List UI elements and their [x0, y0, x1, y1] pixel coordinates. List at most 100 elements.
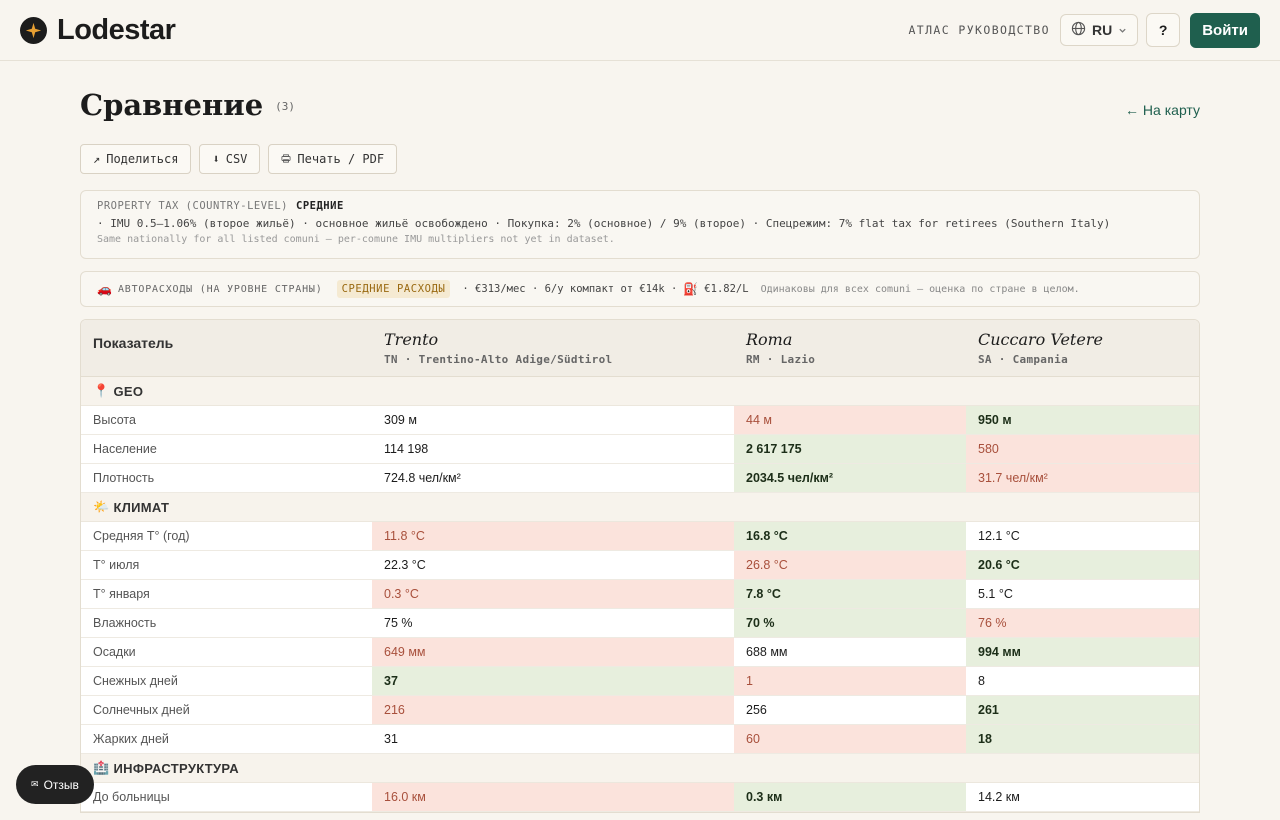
comparison-table: Показатель Trento TN · Trentino-Alto Adi… — [80, 319, 1200, 813]
metric-value: 60 — [734, 725, 966, 753]
download-icon: ⬇ — [212, 152, 220, 166]
car-details: · €313/мес · 6/у компакт от €14k · — [462, 283, 678, 295]
metric-label: Солнечных дней — [93, 703, 190, 717]
metric-value: 261 — [966, 696, 1199, 724]
metric-value: 649 мм — [372, 638, 734, 666]
metric-value: 950 м — [966, 406, 1199, 434]
metric-value: 37 — [372, 667, 734, 695]
metric-label: Снежных дней — [93, 674, 178, 688]
feedback-button[interactable]: ✉ Отзыв — [16, 765, 94, 804]
metric-value: 70 % — [734, 609, 966, 637]
metric-value: 11.8 °C — [372, 522, 734, 550]
metric-value: 16.0 км — [372, 783, 734, 811]
metric-label: Влажность — [93, 616, 157, 630]
metric-value: 12.1 °C — [978, 529, 1020, 543]
csv-button[interactable]: ⬇ CSV — [199, 144, 261, 174]
table-row: T° января 0.3 °C 7.8 °C 5.1 °C — [81, 580, 1199, 609]
action-bar: ↗ Поделиться ⬇ CSV Печать / PDF — [80, 144, 1200, 174]
table-row: Осадки 649 мм 688 мм 994 мм — [81, 638, 1199, 667]
mail-icon: ✉ — [31, 779, 39, 789]
csv-label: CSV — [225, 152, 248, 166]
feedback-label: Отзыв — [43, 777, 79, 792]
metric-value: 2 617 175 — [734, 435, 966, 463]
car-icon: 🚗 — [97, 282, 112, 296]
metric-value: 8 — [978, 674, 985, 688]
metric-value: 0.3 °C — [372, 580, 734, 608]
table-row: До больницы 16.0 км 0.3 км 14.2 км — [81, 783, 1199, 812]
metric-value: 75 % — [384, 616, 413, 630]
print-label: Печать / PDF — [297, 152, 385, 166]
fuel-pump-icon: ⛽ — [683, 282, 699, 296]
metric-label: Осадки — [93, 645, 136, 659]
metric-value: 994 мм — [966, 638, 1199, 666]
table-row: Жарких дней 31 60 18 — [81, 725, 1199, 754]
section-header: 🌤️ КЛИМАТ — [81, 493, 1199, 522]
metric-value: 26.8 °C — [734, 551, 966, 579]
table-row: Средняя T° (год) 11.8 °C 16.8 °C 12.1 °C — [81, 522, 1199, 551]
share-arrow-icon: ↗ — [93, 152, 101, 166]
compare-count: (3) — [275, 100, 296, 113]
metric-label: T° января — [93, 587, 150, 601]
share-button[interactable]: ↗ Поделиться — [80, 144, 192, 174]
section-icon: 🏥 — [93, 760, 110, 775]
language-selector[interactable]: RU — [1059, 14, 1139, 46]
metric-value: 0.3 км — [734, 783, 966, 811]
table-row: Влажность 75 % 70 % 76 % — [81, 609, 1199, 638]
table-header: Показатель Trento TN · Trentino-Alto Adi… — [81, 320, 1199, 377]
metric-value: 31.7 чел/км² — [966, 464, 1199, 492]
back-to-map-link[interactable]: ← На карту — [1125, 102, 1200, 118]
metric-value: 7.8 °C — [734, 580, 966, 608]
column-header-city-3[interactable]: Cuccaro Vetere SA · Campania — [966, 320, 1199, 376]
city-name: Cuccaro Vetere — [978, 330, 1103, 349]
metric-label: До больницы — [93, 790, 170, 804]
tax-note: Same nationally for all listed comuni — … — [97, 234, 615, 245]
table-row: Население 114 198 2 617 175 580 — [81, 435, 1199, 464]
section-title: ИНФРАСТРУКТУРА — [113, 760, 239, 776]
metric-value: 22.3 °C — [384, 558, 426, 572]
table-row: Плотность 724.8 чел/км² 2034.5 чел/км² 31.7… — [81, 464, 1199, 493]
column-header-city-1[interactable]: Trento TN · Trentino-Alto Adige/Südtirol — [372, 320, 734, 376]
metric-label: Жарких дней — [93, 732, 169, 746]
chevron-down-icon — [1118, 22, 1127, 38]
page-title: Сравнение — [80, 88, 264, 122]
metric-label: Средняя T° (год) — [93, 529, 190, 543]
compass-star-icon — [20, 16, 47, 44]
metric-value: 216 — [372, 696, 734, 724]
help-button[interactable]: ? — [1146, 13, 1181, 47]
section-header: 📍 GEO — [81, 377, 1199, 406]
metric-value: 256 — [746, 703, 767, 717]
tax-details: · IMU 0.5–1.06% (второе жильё) · основно… — [97, 217, 1111, 230]
property-tax-panel: PROPERTY TAX (COUNTRY-LEVEL) СРЕДНИЕ · IM… — [80, 190, 1200, 259]
car-label: АВТОРАСХОДЫ (НА УРОВНЕ СТРАНЫ) — [117, 283, 323, 295]
city-region: TN · Trentino-Alto Adige/Südtirol — [384, 353, 613, 366]
metric-column-header: Показатель — [93, 335, 174, 351]
section-title: GEO — [113, 383, 144, 399]
metric-value: 18 — [966, 725, 1199, 753]
guide-link[interactable]: АТЛАС РУКОВОДСТВО — [908, 23, 1050, 37]
logo[interactable]: Lodestar — [20, 13, 176, 47]
car-costs-panel: 🚗 АВТОРАСХОДЫ (НА УРОВНЕ СТРАНЫ) СРЕДНИЕ… — [80, 271, 1200, 307]
table-row: T° июля 22.3 °C 26.8 °C 20.6 °C — [81, 551, 1199, 580]
top-bar: Lodestar АТЛАС РУКОВОДСТВО RU ? Войти — [0, 0, 1280, 61]
fuel-price: €1.82/L — [704, 283, 749, 295]
car-cost-badge: СРЕДНИЕ РАСХОДЫ — [336, 280, 451, 298]
globe-icon — [1071, 21, 1086, 39]
metric-value: 580 — [966, 435, 1199, 463]
metric-value: 16.8 °C — [734, 522, 966, 550]
section-icon: 🌤️ — [93, 499, 110, 514]
metric-label: T° июля — [93, 558, 140, 572]
print-button[interactable]: Печать / PDF — [268, 144, 398, 174]
table-row: Высота 309 м 44 м 950 м — [81, 406, 1199, 435]
city-name: Trento — [384, 330, 439, 349]
column-header-city-2[interactable]: Roma RM · Lazio — [734, 320, 966, 376]
metric-value: 688 мм — [746, 645, 788, 659]
metric-value: 31 — [384, 732, 398, 746]
metric-label: Плотность — [93, 471, 155, 485]
tax-level: СРЕДНИЕ — [296, 200, 344, 212]
metric-value: 1 — [734, 667, 966, 695]
brand-name: Lodestar — [57, 13, 176, 46]
section-title: КЛИМАТ — [113, 499, 170, 515]
city-region: SA · Campania — [978, 353, 1068, 366]
metric-value: 309 м — [384, 413, 417, 427]
login-button[interactable]: Войти — [1190, 12, 1260, 48]
